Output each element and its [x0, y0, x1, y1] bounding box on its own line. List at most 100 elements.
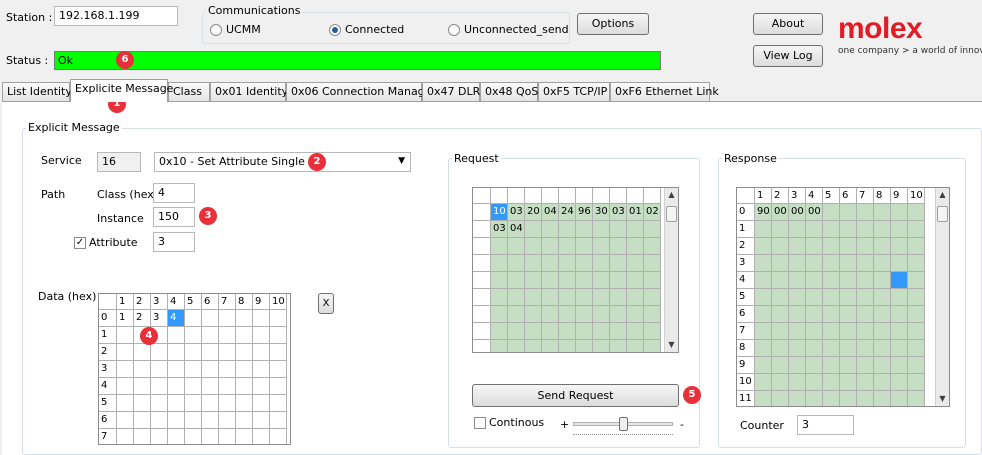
grid-cell[interactable]	[857, 306, 874, 323]
grid-cell[interactable]	[508, 255, 525, 272]
grid-cell[interactable]	[185, 395, 202, 412]
radio-unconnected-send-circle[interactable]	[448, 24, 460, 36]
grid-cell[interactable]	[593, 289, 610, 306]
grid-cell[interactable]	[542, 340, 559, 352]
grid-cell[interactable]	[559, 221, 576, 238]
grid-cell[interactable]: 24	[559, 204, 576, 221]
scroll-down-icon[interactable]: ▼	[665, 338, 678, 352]
grid-cell[interactable]	[542, 255, 559, 272]
grid-cell[interactable]: 1	[117, 310, 134, 327]
grid-cell[interactable]	[789, 374, 806, 391]
grid-cell[interactable]	[891, 357, 908, 374]
scroll-thumb[interactable]	[937, 206, 948, 222]
grid-cell[interactable]	[134, 344, 151, 361]
grid-cell[interactable]	[236, 361, 253, 378]
grid-cell[interactable]	[593, 306, 610, 323]
grid-cell[interactable]	[168, 395, 185, 412]
grid-cell[interactable]	[644, 289, 661, 306]
grid-cell[interactable]: 02	[644, 204, 661, 221]
grid-cell[interactable]	[202, 344, 219, 361]
grid-cell[interactable]	[755, 238, 772, 255]
radio-unconnected-send[interactable]: Unconnected_send	[448, 23, 569, 36]
grid-cell[interactable]	[627, 238, 644, 255]
grid-cell[interactable]	[253, 310, 270, 327]
grid-cell[interactable]	[908, 323, 925, 340]
grid-cell[interactable]	[840, 374, 857, 391]
grid-cell[interactable]	[627, 323, 644, 340]
grid-cell[interactable]	[117, 327, 134, 344]
grid-cell[interactable]	[874, 306, 891, 323]
scroll-up-icon[interactable]: ▲	[936, 188, 949, 202]
grid-cell[interactable]	[840, 289, 857, 306]
grid-cell[interactable]	[491, 238, 508, 255]
grid-cell[interactable]	[542, 221, 559, 238]
grid-cell[interactable]	[755, 306, 772, 323]
grid-cell[interactable]: 2	[134, 310, 151, 327]
speed-slider[interactable]	[573, 417, 673, 439]
grid-cell[interactable]	[117, 412, 134, 429]
grid-cell[interactable]	[253, 361, 270, 378]
grid-cell[interactable]	[772, 391, 789, 406]
grid-cell[interactable]	[202, 429, 219, 444]
grid-cell[interactable]	[840, 272, 857, 289]
grid-cell[interactable]	[840, 255, 857, 272]
request-grid[interactable]: 10 03 20 04 24 96 30 03 01 02 03 04 ▲ ▼	[472, 187, 679, 353]
grid-cell[interactable]	[525, 221, 542, 238]
station-input[interactable]: 192.168.1.199	[54, 6, 178, 26]
grid-cell[interactable]	[857, 340, 874, 357]
grid-cell[interactable]	[789, 255, 806, 272]
grid-cell[interactable]	[508, 340, 525, 352]
continous-check[interactable]	[474, 417, 486, 429]
grid-cell[interactable]	[491, 323, 508, 340]
grid-cell[interactable]	[806, 374, 823, 391]
grid-cell[interactable]	[874, 204, 891, 221]
grid-cell[interactable]	[874, 238, 891, 255]
grid-cell[interactable]	[891, 340, 908, 357]
radio-ucmm-circle[interactable]	[210, 24, 222, 36]
continous-checkbox[interactable]: Continous	[474, 416, 544, 429]
grid-cell[interactable]	[559, 272, 576, 289]
grid-cell[interactable]: 96	[576, 204, 593, 221]
grid-cell[interactable]	[874, 323, 891, 340]
grid-cell[interactable]	[806, 221, 823, 238]
grid-cell[interactable]	[576, 340, 593, 352]
grid-cell[interactable]	[134, 395, 151, 412]
grid-cell[interactable]	[491, 289, 508, 306]
grid-cell[interactable]	[202, 395, 219, 412]
grid-cell[interactable]	[627, 221, 644, 238]
grid-cell[interactable]: 00	[772, 204, 789, 221]
grid-scrollbar[interactable]: ▲ ▼	[935, 188, 949, 406]
grid-cell[interactable]	[806, 255, 823, 272]
grid-cell[interactable]	[772, 323, 789, 340]
grid-cell[interactable]	[151, 361, 168, 378]
grid-cell[interactable]	[644, 221, 661, 238]
grid-cell[interactable]	[151, 429, 168, 444]
clear-data-button[interactable]: X	[318, 293, 334, 314]
grid-cell[interactable]	[755, 272, 772, 289]
tab-1[interactable]: Explicite Message	[70, 79, 173, 102]
grid-cell[interactable]	[840, 340, 857, 357]
grid-cell[interactable]	[168, 361, 185, 378]
grid-cell[interactable]	[772, 340, 789, 357]
grid-cell[interactable]	[823, 255, 840, 272]
attribute-checkbox[interactable]: ✓ Attribute	[74, 236, 138, 249]
grid-cell[interactable]	[610, 272, 627, 289]
grid-cell[interactable]	[627, 289, 644, 306]
grid-cell[interactable]	[219, 378, 236, 395]
grid-cell[interactable]	[908, 306, 925, 323]
grid-cell[interactable]	[270, 395, 287, 412]
grid-cell[interactable]	[270, 327, 287, 344]
grid-cell[interactable]	[270, 412, 287, 429]
grid-cell[interactable]	[253, 429, 270, 444]
grid-cell[interactable]	[185, 378, 202, 395]
grid-cell[interactable]	[823, 272, 840, 289]
grid-cell[interactable]	[874, 255, 891, 272]
scroll-thumb[interactable]	[666, 206, 677, 222]
grid-cell[interactable]	[576, 221, 593, 238]
grid-cell[interactable]	[559, 340, 576, 352]
grid-cell[interactable]	[806, 357, 823, 374]
grid-cell[interactable]	[185, 310, 202, 327]
grid-cell[interactable]	[823, 374, 840, 391]
grid-cell[interactable]	[559, 323, 576, 340]
grid-cell[interactable]	[542, 238, 559, 255]
